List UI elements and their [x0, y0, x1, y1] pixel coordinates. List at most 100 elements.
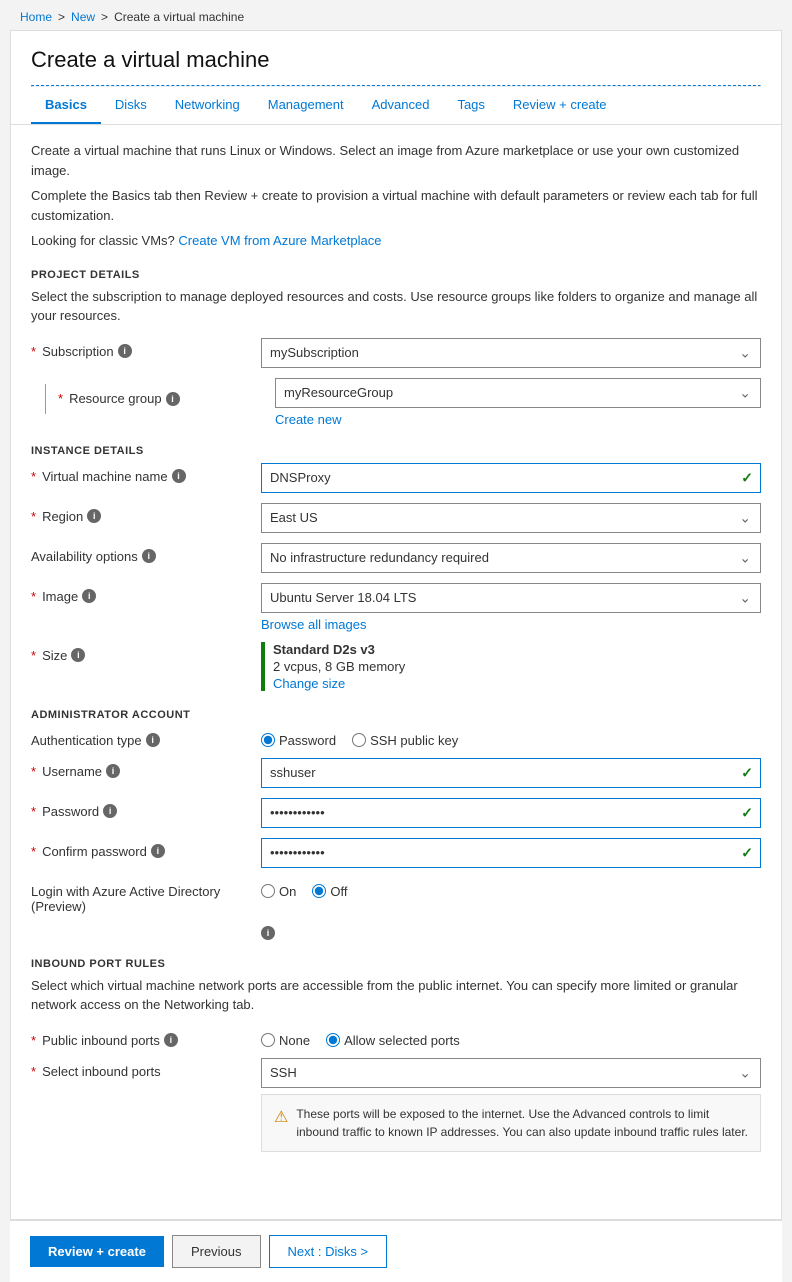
size-detail: 2 vcpus, 8 GB memory — [273, 659, 761, 674]
allow-ports-label: Allow selected ports — [344, 1033, 460, 1048]
change-size-link[interactable]: Change size — [273, 676, 345, 691]
select-ports-select[interactable]: SSH — [261, 1058, 761, 1088]
tab-review-create[interactable]: Review + create — [499, 87, 621, 124]
review-create-button[interactable]: Review + create — [30, 1236, 164, 1267]
aad-extra-info-icon[interactable]: i — [261, 926, 275, 940]
region-info-icon[interactable]: i — [87, 509, 101, 523]
create-new-resource-group-link[interactable]: Create new — [275, 412, 761, 427]
public-ports-control: None Allow selected ports — [261, 1027, 761, 1048]
size-info-icon[interactable]: i — [71, 648, 85, 662]
auth-type-label: Authentication type i — [31, 727, 261, 748]
confirm-password-info-icon[interactable]: i — [151, 844, 165, 858]
inbound-rules-title: INBOUND PORT RULES — [31, 958, 761, 970]
aad-label: Login with Azure Active Directory (Previ… — [31, 878, 261, 914]
password-info-icon[interactable]: i — [103, 804, 117, 818]
tab-disks[interactable]: Disks — [101, 87, 161, 124]
resource-group-info-icon[interactable]: i — [166, 392, 180, 406]
aad-row: Login with Azure Active Directory (Previ… — [31, 878, 761, 914]
warning-text: These ports will be exposed to the inter… — [296, 1105, 748, 1141]
breadcrumb-home[interactable]: Home — [20, 10, 52, 24]
subscription-select[interactable]: mySubscription — [261, 338, 761, 368]
confirm-password-row: * Confirm password i ✓ — [31, 838, 761, 868]
tab-tags[interactable]: Tags — [443, 87, 498, 124]
region-select[interactable]: East US — [261, 503, 761, 533]
aad-off-radio[interactable]: Off — [312, 884, 347, 899]
breadcrumb: Home > New > Create a virtual machine — [0, 0, 792, 30]
allow-ports-radio[interactable]: Allow selected ports — [326, 1033, 460, 1048]
confirm-password-checkmark: ✓ — [741, 844, 753, 861]
password-label: * Password i — [31, 798, 261, 819]
vm-name-row: * Virtual machine name i ✓ — [31, 463, 761, 493]
vm-name-input[interactable] — [261, 463, 761, 493]
tab-bar: Basics Disks Networking Management Advan… — [11, 87, 781, 125]
availability-label: Availability options i — [31, 543, 261, 564]
subscription-label: * Subscription i — [31, 338, 261, 359]
select-ports-label: * Select inbound ports — [31, 1058, 261, 1079]
tab-management[interactable]: Management — [254, 87, 358, 124]
vm-name-label: * Virtual machine name i — [31, 463, 261, 484]
instance-details-title: INSTANCE DETAILS — [31, 445, 761, 457]
breadcrumb-current: Create a virtual machine — [114, 10, 244, 24]
footer: Review + create Previous Next : Disks > — [10, 1220, 782, 1282]
vm-name-info-icon[interactable]: i — [172, 469, 186, 483]
vm-name-checkmark: ✓ — [741, 469, 753, 486]
aad-off-input[interactable] — [312, 884, 326, 898]
username-control: ✓ — [261, 758, 761, 788]
previous-button[interactable]: Previous — [172, 1235, 261, 1268]
warning-box: ⚠ These ports will be exposed to the int… — [261, 1094, 761, 1152]
aad-control: On Off — [261, 878, 761, 899]
public-ports-info-icon[interactable]: i — [164, 1033, 178, 1047]
none-radio[interactable]: None — [261, 1033, 310, 1048]
aad-on-radio[interactable]: On — [261, 884, 296, 899]
confirm-password-input[interactable] — [261, 838, 761, 868]
image-row: * Image i Ubuntu Server 18.04 LTS Browse… — [31, 583, 761, 632]
availability-info-icon[interactable]: i — [142, 549, 156, 563]
auth-password-radio[interactable]: Password — [261, 733, 336, 748]
aad-on-label: On — [279, 884, 296, 899]
select-ports-control: SSH ⚠ These ports will be exposed to the… — [261, 1058, 761, 1152]
availability-select[interactable]: No infrastructure redundancy required — [261, 543, 761, 573]
browse-images-link[interactable]: Browse all images — [261, 617, 761, 632]
allow-ports-input[interactable] — [326, 1033, 340, 1047]
project-details-title: PROJECT DETAILS — [31, 269, 761, 281]
aad-radio-group: On Off — [261, 878, 761, 899]
region-row: * Region i East US — [31, 503, 761, 533]
tab-advanced[interactable]: Advanced — [358, 87, 444, 124]
subscription-row: * Subscription i mySubscription — [31, 338, 761, 368]
password-checkmark: ✓ — [741, 804, 753, 821]
description-classic: Looking for classic VMs? Create VM from … — [31, 231, 761, 251]
username-input[interactable] — [261, 758, 761, 788]
size-control: Standard D2s v3 2 vcpus, 8 GB memory Cha… — [261, 642, 761, 691]
tab-basics[interactable]: Basics — [31, 87, 101, 124]
image-label: * Image i — [31, 583, 261, 604]
password-input[interactable] — [261, 798, 761, 828]
image-info-icon[interactable]: i — [82, 589, 96, 603]
availability-control: No infrastructure redundancy required — [261, 543, 761, 573]
breadcrumb-new[interactable]: New — [71, 10, 95, 24]
none-input[interactable] — [261, 1033, 275, 1047]
form-area: Create a virtual machine that runs Linux… — [11, 125, 781, 1219]
username-info-icon[interactable]: i — [106, 764, 120, 778]
resource-group-select[interactable]: myResourceGroup — [275, 378, 761, 408]
auth-type-info-icon[interactable]: i — [146, 733, 160, 747]
vm-name-control: ✓ — [261, 463, 761, 493]
aad-on-input[interactable] — [261, 884, 275, 898]
size-row: * Size i Standard D2s v3 2 vcpus, 8 GB m… — [31, 642, 761, 691]
none-label: None — [279, 1033, 310, 1048]
subscription-info-icon[interactable]: i — [118, 344, 132, 358]
auth-ssh-input[interactable] — [352, 733, 366, 747]
resource-group-label: * Resource group i — [45, 378, 275, 414]
auth-password-input[interactable] — [261, 733, 275, 747]
create-vm-marketplace-link[interactable]: Create VM from Azure Marketplace — [178, 233, 381, 248]
auth-ssh-radio[interactable]: SSH public key — [352, 733, 458, 748]
size-name: Standard D2s v3 — [273, 642, 761, 657]
description-line2: Complete the Basics tab then Review + cr… — [31, 186, 761, 225]
select-ports-row: * Select inbound ports SSH ⚠ These ports… — [31, 1058, 761, 1152]
auth-password-label: Password — [279, 733, 336, 748]
public-ports-label: * Public inbound ports i — [31, 1027, 261, 1048]
username-row: * Username i ✓ — [31, 758, 761, 788]
next-button[interactable]: Next : Disks > — [269, 1235, 388, 1268]
image-select[interactable]: Ubuntu Server 18.04 LTS — [261, 583, 761, 613]
auth-type-row: Authentication type i Password SSH publi… — [31, 727, 761, 748]
tab-networking[interactable]: Networking — [161, 87, 254, 124]
